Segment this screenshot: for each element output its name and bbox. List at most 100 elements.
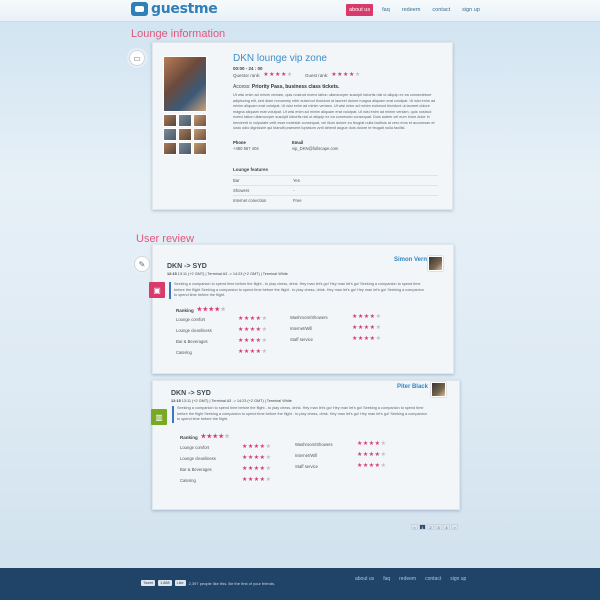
footer-nav-redeem[interactable]: redeem	[399, 576, 416, 582]
star-icon: ★	[242, 455, 248, 461]
star-icon: ★	[214, 307, 220, 313]
lounge-main-photo[interactable]	[163, 56, 207, 112]
thumbnail[interactable]	[163, 128, 177, 141]
star-icon: ★	[212, 434, 218, 440]
ranking-stars: ★ ★ ★ ★ ★	[197, 307, 226, 313]
feature-value: Free	[293, 198, 302, 203]
star-icon: ★	[265, 466, 271, 472]
flight-info: 12:15 13:11 (+2 GMT) | Terminal A3 -> 14…	[171, 399, 292, 403]
lounge-icon: ▭	[129, 50, 145, 66]
star-icon: ★	[259, 455, 266, 461]
review-route: DKN -> SYD	[167, 263, 207, 270]
footer-nav-faq[interactable]: faq	[383, 576, 390, 582]
star-icon: ★	[265, 444, 271, 450]
guest-rank: Guest rank: ★ ★ ★ ★ ★	[305, 72, 360, 78]
tweet-button[interactable]: Tweet	[141, 580, 156, 586]
feature-row: Internet conection Free	[233, 195, 438, 205]
page-3[interactable]: 3	[435, 524, 442, 530]
star-icon: ★	[352, 325, 358, 331]
review-quote: Seeking a companion to spend time before…	[169, 282, 424, 299]
score-stars: ★ ★ ★ ★ ★	[238, 349, 267, 355]
reviewer-name[interactable]: Piter Black	[383, 384, 428, 390]
feature-value: -	[293, 188, 295, 193]
ranking: Ranking ★ ★ ★ ★ ★	[180, 434, 230, 440]
star-icon: ★	[247, 477, 254, 483]
star-icon: ★	[374, 452, 381, 458]
star-icon: ★	[202, 307, 209, 313]
star-icon: ★	[280, 72, 287, 78]
page-2[interactable]: 2	[427, 524, 434, 530]
score-row: Washroom/Showers ★ ★ ★ ★ ★	[295, 441, 386, 447]
star-icon: ★	[249, 349, 256, 355]
star-icon: ★	[220, 307, 226, 313]
star-icon: ★	[243, 349, 250, 355]
score-stars: ★ ★ ★ ★ ★	[357, 463, 386, 469]
star-icon: ★	[357, 314, 364, 320]
score-stars: ★ ★ ★ ★ ★	[242, 455, 271, 461]
star-icon: ★	[238, 327, 244, 333]
flight-details: 13:11 (+2 GMT) | Terminal A3 -> 14:23 (+…	[177, 272, 288, 276]
page-1[interactable]: 1	[419, 524, 426, 530]
star-icon: ★	[363, 336, 370, 342]
star-icon: ★	[354, 72, 361, 78]
thumbnail[interactable]	[163, 142, 177, 155]
score-row: Washroom/Showers ★ ★ ★ ★ ★	[290, 314, 381, 320]
score-name: Lounge comfort	[176, 316, 206, 322]
score-stars: ★ ★ ★ ★ ★	[238, 338, 267, 344]
nav-redeem[interactable]: redeem	[399, 4, 424, 16]
thumbnail[interactable]	[178, 142, 192, 155]
email-value[interactable]: vip_DKN@fullscape.com	[292, 146, 338, 152]
star-icon: ★	[368, 452, 375, 458]
footer-nav-sign-up[interactable]: sign up	[450, 576, 466, 582]
thumbnail[interactable]	[178, 114, 192, 127]
star-icon: ★	[368, 463, 375, 469]
thumbnail[interactable]	[178, 128, 192, 141]
score-row: Staff service ★ ★ ★ ★ ★	[295, 463, 386, 469]
guest-rank-stars: ★ ★ ★ ★ ★	[331, 72, 360, 78]
phone-block: Phone +480 567 404	[233, 140, 259, 152]
footer-nav-contact[interactable]: contact	[425, 576, 441, 582]
questor-rank: Questor rank: ★ ★ ★ ★ ★	[233, 72, 292, 78]
nav-contact[interactable]: contact	[429, 4, 453, 16]
star-icon: ★	[369, 325, 376, 331]
star-icon: ★	[368, 441, 375, 447]
score-row: Lounge comfort ★ ★ ★ ★ ★	[180, 444, 271, 450]
score-stars: ★ ★ ★ ★ ★	[352, 336, 381, 342]
score-name: Catering	[176, 349, 192, 355]
ranking-stars: ★ ★ ★ ★ ★	[201, 434, 230, 440]
score-stars: ★ ★ ★ ★ ★	[357, 441, 386, 447]
thumbnail[interactable]	[163, 114, 177, 127]
nav-about-us[interactable]: about us	[346, 4, 374, 16]
page-4[interactable]: 4	[443, 524, 450, 530]
avatar[interactable]	[431, 382, 446, 397]
footer	[0, 568, 600, 600]
thumbnail[interactable]	[193, 142, 207, 155]
flight-time: 12:15	[171, 399, 181, 403]
feature-name: Internet conection	[233, 198, 267, 203]
score-row: Lounge cleanliness ★ ★ ★ ★ ★	[176, 327, 267, 333]
avatar[interactable]	[428, 256, 443, 271]
page-next[interactable]: >	[451, 524, 458, 530]
questor-rank-stars: ★ ★ ★ ★ ★	[263, 72, 292, 78]
star-icon: ★	[375, 314, 381, 320]
nav-faq[interactable]: faq	[379, 4, 393, 16]
star-icon: ★	[375, 336, 381, 342]
star-icon: ★	[343, 72, 349, 78]
star-icon: ★	[357, 336, 364, 342]
page-prev[interactable]: <	[411, 524, 418, 530]
star-icon: ★	[196, 307, 203, 313]
star-icon: ★	[249, 327, 256, 333]
feature-value: Yes	[293, 178, 300, 183]
like-button[interactable]: Like	[174, 580, 186, 586]
reviewer-name[interactable]: Simon Vern	[382, 257, 427, 263]
score-name: Internet/Wifi	[290, 325, 313, 331]
logo[interactable]: guestme	[131, 1, 218, 17]
thumbnail[interactable]	[193, 114, 207, 127]
star-icon: ★	[380, 452, 386, 458]
nav-sign-up[interactable]: sign up	[459, 4, 483, 16]
star-icon: ★	[224, 434, 230, 440]
footer-nav-about-us[interactable]: about us	[355, 576, 374, 582]
ranking-label: Ranking	[176, 307, 194, 313]
star-icon: ★	[374, 463, 381, 469]
thumbnail[interactable]	[193, 128, 207, 141]
